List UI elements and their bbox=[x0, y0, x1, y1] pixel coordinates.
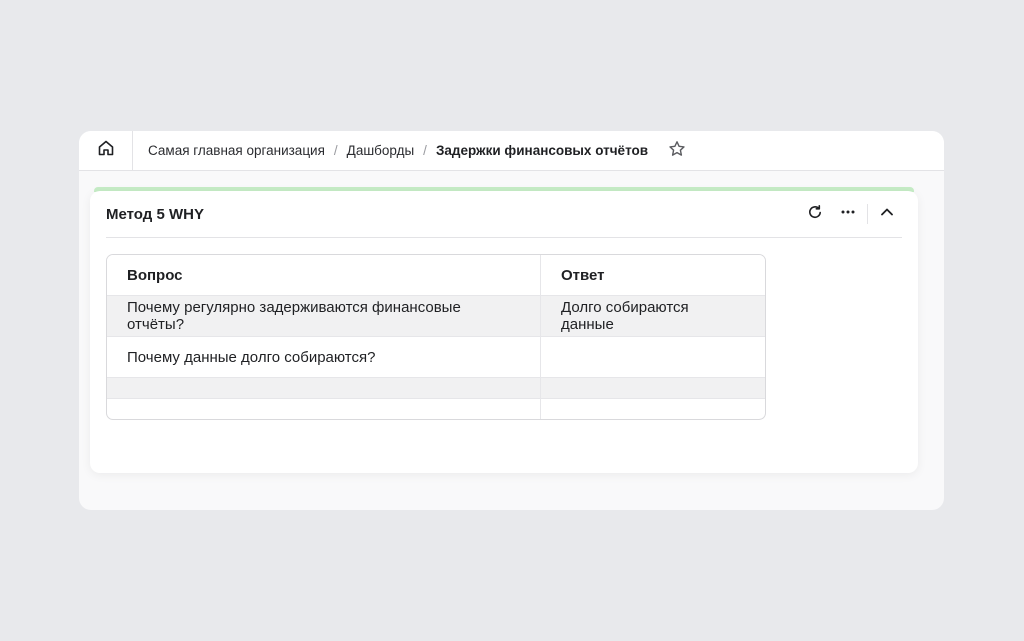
column-header-question: Вопрос bbox=[107, 255, 541, 296]
table-cell-question[interactable] bbox=[107, 378, 541, 399]
widget-actions bbox=[800, 191, 902, 237]
breadcrumb-item-organization[interactable]: Самая главная организация bbox=[148, 143, 325, 158]
widget-5why: Метод 5 WHY Вопрос Ответ Почему регулярн… bbox=[90, 191, 918, 473]
home-button[interactable] bbox=[79, 131, 133, 170]
chevron-up-icon bbox=[879, 204, 895, 225]
table-cell-question[interactable] bbox=[107, 399, 541, 419]
table-cell-answer[interactable] bbox=[541, 337, 765, 378]
table-cell-answer[interactable] bbox=[541, 378, 765, 399]
breadcrumb-item-current: Задержки финансовых отчётов bbox=[435, 143, 649, 158]
top-bar: Самая главная организация / Дашборды / З… bbox=[79, 131, 944, 171]
breadcrumb-item-dashboards[interactable]: Дашборды bbox=[347, 143, 415, 158]
actions-divider bbox=[867, 204, 868, 224]
breadcrumb: Самая главная организация / Дашборды / З… bbox=[148, 140, 686, 161]
widget-header: Метод 5 WHY bbox=[106, 191, 902, 238]
breadcrumb-separator: / bbox=[423, 143, 427, 158]
star-icon bbox=[668, 140, 686, 161]
widget-title: Метод 5 WHY bbox=[106, 205, 204, 223]
breadcrumb-separator: / bbox=[333, 143, 338, 158]
table-row bbox=[107, 378, 765, 399]
table-row: Почему данные долго собираются? bbox=[107, 337, 765, 378]
table-row: Почему регулярно задерживаются финансовы… bbox=[107, 296, 765, 337]
favorite-button[interactable] bbox=[668, 140, 686, 161]
table-cell-question[interactable]: Почему регулярно задерживаются финансовы… bbox=[107, 296, 541, 337]
more-button[interactable] bbox=[833, 199, 863, 229]
table-cell-answer[interactable]: Долго собираются данные bbox=[541, 296, 765, 337]
home-icon bbox=[97, 139, 115, 162]
collapse-button[interactable] bbox=[872, 199, 902, 229]
refresh-button[interactable] bbox=[800, 199, 830, 229]
refresh-icon bbox=[807, 204, 823, 225]
table-header-row: Вопрос Ответ bbox=[107, 255, 765, 296]
why-table: Вопрос Ответ Почему регулярно задерживаю… bbox=[106, 254, 766, 420]
table-row bbox=[107, 399, 765, 419]
more-icon bbox=[840, 204, 856, 225]
table-cell-question[interactable]: Почему данные долго собираются? bbox=[107, 337, 541, 378]
column-header-answer: Ответ bbox=[541, 255, 765, 296]
table-cell-answer[interactable] bbox=[541, 399, 765, 419]
